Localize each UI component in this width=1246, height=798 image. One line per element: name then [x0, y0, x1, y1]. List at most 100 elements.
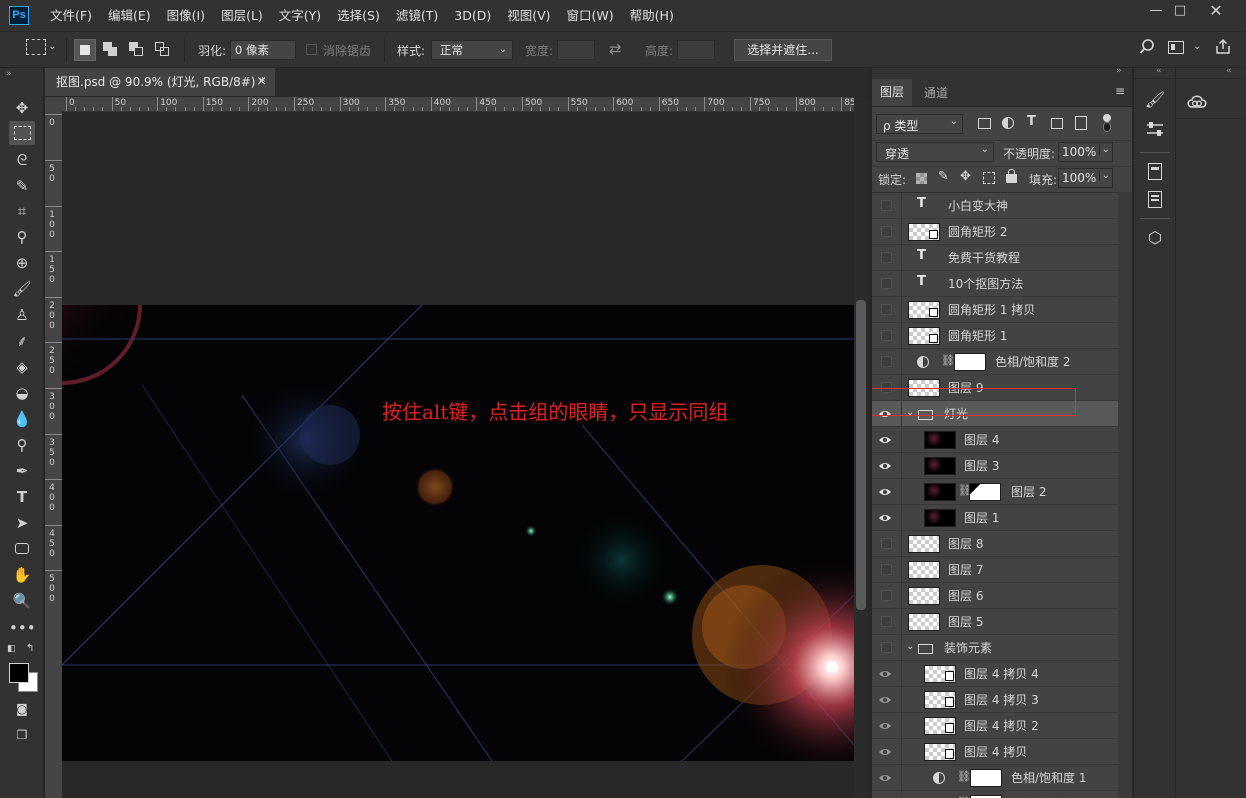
layer-row[interactable]: 图层 4 拷贝 2 — [872, 713, 1119, 739]
eye-icon[interactable] — [878, 771, 892, 785]
close-tab-icon[interactable]: × — [256, 68, 267, 96]
path-selection-tool-icon[interactable]: ➤ — [9, 511, 35, 535]
canvas-area[interactable] — [62, 112, 854, 798]
layer-row[interactable]: ⌄ 装饰元素 — [872, 635, 1119, 661]
visibility-toggle[interactable] — [881, 330, 892, 341]
eye-icon[interactable] — [878, 459, 892, 473]
fill-input[interactable]: 100% ⌄ — [1058, 168, 1113, 188]
rectangular-marquee-tool-icon[interactable] — [9, 121, 35, 145]
layer-row[interactable]: ⛓ 色相/饱和度 2 — [872, 349, 1119, 375]
layer-row[interactable]: 图层 4 拷贝 — [872, 739, 1119, 765]
screen-mode-icon[interactable]: ❐ — [9, 723, 35, 747]
paint-bucket-tool-icon[interactable]: ◒ — [9, 381, 35, 405]
brush-settings-icon[interactable]: 🖌 — [1144, 90, 1166, 112]
add-selection-button[interactable] — [100, 39, 122, 61]
crop-tool-icon[interactable]: ⌗ — [9, 199, 35, 223]
blend-mode-select[interactable]: 穿透 ⌄ — [876, 142, 994, 162]
lock-pixels-icon[interactable]: ✎ — [938, 169, 949, 184]
lasso-tool-icon[interactable]: ᘓ — [9, 148, 35, 172]
filter-pixel-icon[interactable] — [978, 118, 991, 129]
foreground-color-swatch[interactable] — [9, 663, 29, 683]
layer-row[interactable]: 图层 3 — [872, 453, 1119, 479]
eyedropper-tool-icon[interactable]: ⚲ — [9, 225, 35, 249]
visibility-toggle[interactable] — [881, 538, 892, 549]
menu-item[interactable]: 图层(L) — [213, 0, 271, 31]
quick-mask-icon[interactable]: ◙ — [9, 697, 35, 721]
eye-icon[interactable] — [878, 433, 892, 447]
layer-row[interactable]: 图层 9 — [872, 375, 1119, 401]
lock-artboard-icon[interactable] — [983, 172, 995, 184]
visibility-toggle[interactable] — [881, 590, 892, 601]
opacity-input[interactable]: 100% ⌄ — [1058, 142, 1113, 162]
menu-item[interactable]: 选择(S) — [329, 0, 388, 31]
lock-transparent-icon[interactable] — [916, 173, 927, 184]
expand-group-icon[interactable]: ⌄ — [906, 641, 914, 652]
pen-tool-icon[interactable]: ✒ — [9, 459, 35, 483]
edit-toolbar-icon[interactable]: ••• — [9, 616, 36, 640]
swap-width-height-icon[interactable]: ⇄ — [609, 40, 622, 58]
new-selection-button[interactable] — [74, 39, 96, 61]
layer-row[interactable]: ⛓色相/饱和度 1 — [872, 765, 1119, 791]
layer-row[interactable]: 图层 8 — [872, 531, 1119, 557]
menu-item[interactable]: 文件(F) — [42, 0, 100, 31]
eye-icon[interactable] — [878, 667, 892, 681]
quick-selection-tool-icon[interactable]: ✎ — [9, 174, 35, 198]
layer-row[interactable]: 图层 5 — [872, 609, 1119, 635]
eye-icon[interactable] — [878, 511, 892, 525]
subtract-selection-button[interactable] — [126, 39, 148, 61]
ruler-origin[interactable] — [45, 97, 62, 112]
hand-tool-icon[interactable]: ✋ — [9, 563, 35, 587]
panel-menu-icon[interactable]: ≡ — [1115, 84, 1125, 98]
layer-row[interactable]: 图层 4 拷贝 4 — [872, 661, 1119, 687]
layer-row[interactable]: ⌄ 灯光 — [872, 388, 1119, 427]
marquee-tool-preset-icon[interactable] — [26, 39, 46, 55]
visibility-toggle[interactable] — [881, 278, 892, 289]
eye-icon[interactable] — [878, 485, 892, 499]
history-brush-tool-icon[interactable]: ⸙ — [9, 329, 35, 353]
link-chain-icon[interactable]: ⛓ — [957, 770, 971, 783]
height-input[interactable] — [677, 40, 715, 60]
eye-icon[interactable] — [878, 745, 892, 759]
style-select[interactable]: 正常 ⌄ — [431, 40, 513, 60]
feather-input[interactable]: 0 像素 — [230, 40, 296, 60]
rounded-rectangle-tool-icon[interactable] — [9, 537, 35, 561]
vertical-scrollbar-thumb[interactable] — [856, 300, 866, 610]
filter-toggle-icon[interactable] — [1103, 114, 1111, 122]
menu-item[interactable]: 窗口(W) — [559, 0, 622, 31]
collapse-panel-icon[interactable]: » — [1116, 66, 1122, 76]
layers-scrollbar[interactable] — [1118, 192, 1132, 798]
maximize-icon[interactable]: □ — [1162, 0, 1198, 22]
layer-row[interactable]: 圆角矩形 1 — [872, 323, 1119, 349]
visibility-toggle[interactable] — [881, 382, 892, 393]
layer-row[interactable]: 图层 4 — [872, 427, 1119, 453]
default-colors-icon[interactable]: ◧ — [7, 644, 16, 654]
layer-row[interactable]: T 免费干货教程 — [872, 245, 1119, 271]
search-icon[interactable] — [1139, 39, 1155, 55]
eye-icon[interactable] — [878, 693, 892, 707]
select-and-mask-button[interactable]: 选择并遮住... — [734, 39, 832, 61]
chevron-down-icon[interactable]: ⌄ — [48, 41, 56, 52]
visibility-toggle[interactable] — [881, 304, 892, 315]
tab-layers[interactable]: 图层 — [872, 79, 912, 106]
link-chain-icon[interactable]: ⛓ — [941, 354, 955, 367]
document-tab[interactable]: 抠图.psd @ 90.9% (灯光, RGB/8#) * × — [45, 68, 275, 96]
filter-shape-icon[interactable] — [1051, 118, 1063, 129]
menu-item[interactable]: 滤镜(T) — [388, 0, 446, 31]
layer-row[interactable]: 图层 1 — [872, 505, 1119, 531]
visibility-toggle[interactable] — [881, 252, 892, 263]
layer-row[interactable]: ⛓色相/饱和度 1 — [872, 791, 1119, 798]
clone-stamp-tool-icon[interactable]: ♙ — [9, 303, 35, 327]
blur-tool-icon[interactable]: 💧 — [9, 407, 35, 431]
lock-position-icon[interactable]: ✥ — [960, 169, 971, 184]
layer-filter-select[interactable]: ρ 类型 ⌄ — [876, 114, 963, 134]
eraser-tool-icon[interactable]: ◈ — [9, 355, 35, 379]
3d-icon[interactable]: ⬡ — [1144, 228, 1166, 250]
properties-icon[interactable] — [1144, 189, 1166, 211]
swap-colors-icon[interactable]: ↰ — [26, 643, 34, 654]
visibility-toggle[interactable] — [881, 226, 892, 237]
menu-item[interactable]: 文字(Y) — [271, 0, 329, 31]
share-icon[interactable] — [1214, 38, 1232, 56]
collapse-icon[interactable]: « — [1156, 66, 1162, 76]
zoom-tool-icon[interactable]: 🔍 — [9, 589, 35, 613]
layer-row[interactable]: 圆角矩形 2 — [872, 219, 1119, 245]
